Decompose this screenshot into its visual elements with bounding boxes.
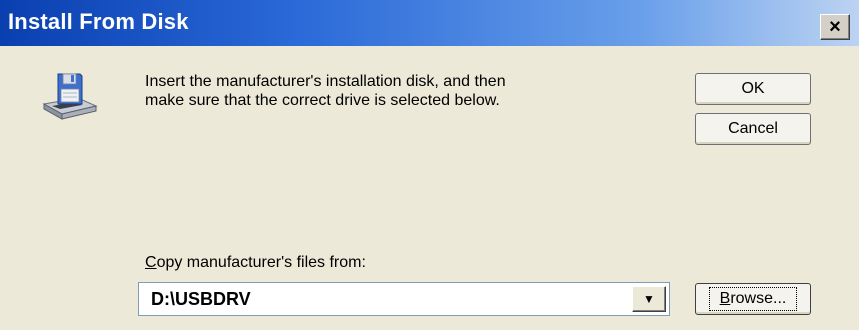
instruction-line-1: Insert the manufacturer's installation d… [145,73,506,90]
cancel-button-label: Cancel [728,120,778,137]
install-from-disk-dialog: Install From Disk × Insert the manufactu… [0,0,859,330]
browse-focus-rect: Browse... [708,287,798,311]
copy-from-label: Copy manufacturer's files from: [145,254,366,272]
copy-label-text: opy manufacturer's files from: [156,254,366,271]
ok-button-label: OK [741,80,765,97]
window-title: Install From Disk [8,9,189,34]
close-icon: × [829,16,841,38]
copy-from-value[interactable]: D:\USBDRV [151,289,251,310]
browse-button[interactable]: Browse... [695,283,811,315]
copy-from-combobox[interactable]: D:\USBDRV ▼ [138,282,670,316]
cancel-button[interactable]: Cancel [695,113,811,145]
instruction-line-2: make sure that the correct drive is sele… [145,92,500,109]
browse-label-text: rowse... [730,290,787,307]
title-bar[interactable]: Install From Disk × [0,0,859,46]
instruction-message: Insert the manufacturer's installation d… [145,72,665,110]
close-button[interactable]: × [820,14,850,40]
ok-button[interactable]: OK [695,73,811,105]
browse-mnemonic: B [719,290,731,307]
copy-label-mnemonic: C [145,254,157,271]
chevron-down-icon: ▼ [643,292,655,306]
floppy-disk-drive-icon [42,73,98,120]
dropdown-button[interactable]: ▼ [632,286,666,312]
